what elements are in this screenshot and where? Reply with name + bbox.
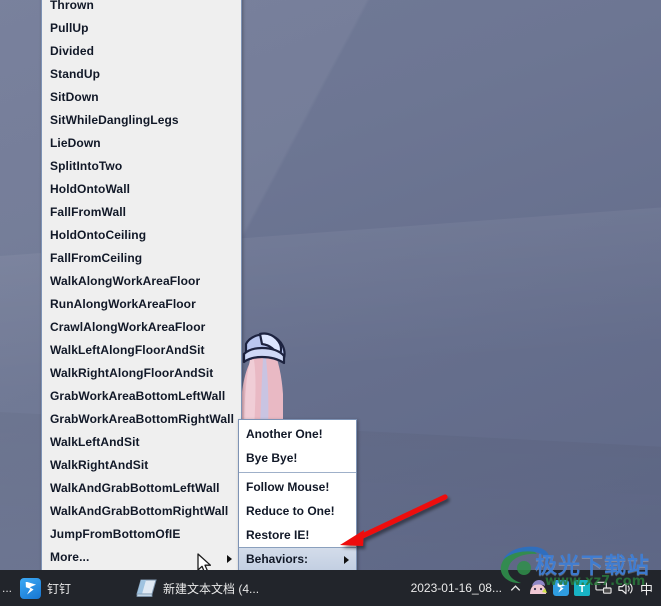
context-menu-item[interactable]: Follow Mouse! (239, 475, 356, 499)
shimeji-tray-icon[interactable] (528, 579, 548, 597)
taskbar-overflow-label: ... (2, 581, 13, 595)
behavior-item[interactable]: WalkRightAlongFloorAndSit (42, 362, 241, 385)
behavior-item[interactable]: StandUp (42, 63, 241, 86)
taskbar-item-notepad-label: 新建文本文档 (4... (163, 581, 260, 596)
behavior-item[interactable]: RunAlongWorkAreaFloor (42, 293, 241, 316)
behavior-item[interactable]: WalkAndGrabBottomRightWall (42, 500, 241, 523)
dingtalk-icon (20, 577, 42, 599)
taskbar-item-notepad[interactable]: 新建文本文档 (4... (127, 570, 267, 606)
taskbar-item-dingtalk[interactable]: 钉钉 (12, 570, 79, 606)
chevron-up-icon[interactable] (508, 581, 523, 596)
behavior-item[interactable]: WalkAndGrabBottomLeftWall (42, 477, 241, 500)
behaviors-list-menu[interactable]: Thrown PullUp Divided StandUp SitDown SitWhil… (41, 0, 242, 573)
behavior-item[interactable]: WalkLeftAndSit (42, 431, 241, 454)
notepad-icon (135, 578, 157, 598)
network-icon[interactable] (595, 581, 612, 595)
behavior-item[interactable]: WalkAlongWorkAreaFloor (42, 270, 241, 293)
taskbar-item-dingtalk-label: 钉钉 (47, 581, 72, 596)
behavior-item[interactable]: PullUp (42, 17, 241, 40)
taskbar[interactable]: ... 钉钉 新建文本文档 (4... 2023-01-16_08... T 中 (0, 570, 661, 606)
behavior-item[interactable]: SplitIntoTwo (42, 155, 241, 178)
sogou-pinyin-icon[interactable] (552, 580, 569, 596)
context-menu-item[interactable]: Behaviors: (239, 547, 356, 571)
menu-separator (239, 472, 356, 473)
tim-icon[interactable]: T (573, 580, 590, 596)
behavior-item[interactable]: FallFromCeiling (42, 247, 241, 270)
behavior-item[interactable]: HoldOntoCeiling (42, 224, 241, 247)
behavior-item[interactable]: Divided (42, 40, 241, 63)
context-menu-item[interactable]: Reduce to One! (239, 499, 356, 523)
context-menu-item[interactable]: Bye Bye! (239, 446, 356, 470)
behavior-item[interactable]: FallFromWall (42, 201, 241, 224)
context-menu-item[interactable]: Restore IE! (239, 523, 356, 547)
behavior-item[interactable]: JumpFromBottomOfIE (42, 523, 241, 546)
behavior-item[interactable]: WalkRightAndSit (42, 454, 241, 477)
behavior-item[interactable]: CrawlAlongWorkAreaFloor (42, 316, 241, 339)
screen: Thrown PullUp Divided StandUp SitDown SitWhil… (0, 0, 661, 606)
behavior-item[interactable]: WalkLeftAlongFloorAndSit (42, 339, 241, 362)
behavior-item[interactable]: HoldOntoWall (42, 178, 241, 201)
behavior-item[interactable]: SitDown (42, 86, 241, 109)
taskbar-clock[interactable]: 2023-01-16_08... (405, 581, 508, 595)
system-tray[interactable]: T 中 (508, 579, 661, 598)
context-menu-item[interactable]: Another One! (239, 422, 356, 446)
behavior-item[interactable]: GrabWorkAreaBottomLeftWall (42, 385, 241, 408)
svg-text:T: T (579, 584, 585, 595)
volume-icon[interactable] (617, 581, 634, 596)
behavior-item[interactable]: GrabWorkAreaBottomRightWall (42, 408, 241, 431)
behavior-item[interactable]: LieDown (42, 132, 241, 155)
behavior-item[interactable]: Thrown (42, 0, 241, 17)
ime-indicator[interactable]: 中 (639, 579, 657, 598)
behavior-item[interactable]: SitWhileDanglingLegs (42, 109, 241, 132)
shimeji-character[interactable] (236, 330, 288, 430)
shimeji-sprite (242, 332, 286, 430)
taskbar-buttons: ... 钉钉 新建文本文档 (4... (0, 570, 267, 606)
